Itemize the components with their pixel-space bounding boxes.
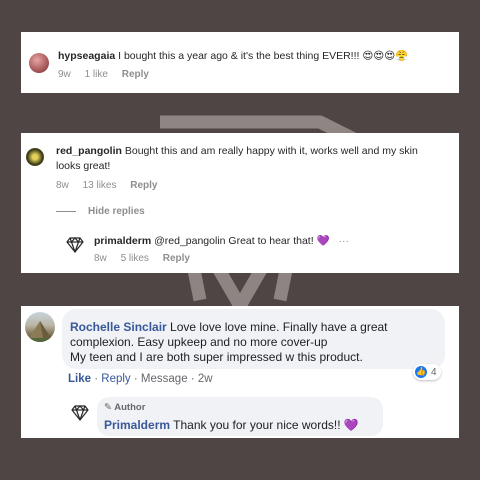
hide-replies-button[interactable]: Hide replies [88, 206, 145, 217]
avatar[interactable] [26, 148, 44, 166]
purple-heart-emoji: 💜 [316, 235, 330, 247]
reply-meta: 8w 5 likes Reply [94, 253, 201, 264]
comment-meta: 8w 13 likes Reply [56, 180, 169, 191]
comment-likes[interactable]: 1 like [85, 69, 108, 80]
comment-text-continued: looks great! [56, 160, 111, 172]
comment-text-continued: complexion. Easy upkeep and no more cove… [70, 335, 328, 349]
reply-button[interactable]: Reply [163, 253, 190, 264]
reply-username[interactable]: primalderm [94, 235, 151, 247]
reply-button[interactable]: Reply [101, 373, 130, 385]
comment-body: red_pangolin Bought this and am really h… [56, 144, 451, 174]
comment-card-1: hypseagaia I bought this a year ago & it… [21, 32, 459, 93]
diamond-avatar-icon[interactable] [66, 237, 84, 253]
reply-body: Primalderm Thank you for your nice words… [104, 418, 359, 433]
reply-text: @red_pangolin Great to hear that! [154, 235, 314, 247]
comment-meta: 9w 1 like Reply [58, 69, 160, 80]
comment-body: hypseagaia I bought this a year ago & it… [58, 49, 408, 64]
comment-bubble: Rochelle Sinclair Love love love mine. F… [62, 309, 445, 369]
comment-age[interactable]: 2w [198, 373, 213, 385]
reply-likes[interactable]: 5 likes [121, 253, 149, 264]
separator: · [133, 373, 138, 385]
like-reaction-icon: 👍 [415, 366, 427, 378]
comment-age: 8w [56, 180, 69, 191]
reply-author-name[interactable]: Primalderm [104, 418, 170, 432]
reaction-summary[interactable]: 👍 4 [413, 364, 441, 380]
reply-button[interactable]: Reply [122, 69, 149, 80]
comment-text-continued: My teen and I are both super impressed w… [70, 350, 363, 364]
message-button[interactable]: Message [141, 373, 188, 385]
author-badge-label: Author [114, 402, 146, 413]
commenter-name[interactable]: Rochelle Sinclair [70, 320, 167, 334]
reply-text: Thank you for your nice words!! [173, 418, 341, 432]
comment-username[interactable]: red_pangolin [56, 145, 122, 157]
more-options-icon[interactable]: ··· [339, 235, 350, 247]
comment-text: I bought this a year ago & it's the best… [118, 50, 360, 62]
reply-body: primalderm @red_pangolin Great to hear t… [94, 234, 349, 249]
reply-bubble: ✎ Author Primalderm Thank you for your n… [97, 397, 383, 436]
author-badge: ✎ Author [104, 402, 145, 413]
comment-card-3: Rochelle Sinclair Love love love mine. F… [21, 306, 459, 438]
like-button[interactable]: Like [68, 373, 91, 385]
separator: · [94, 373, 99, 385]
comment-likes[interactable]: 13 likes [83, 180, 117, 191]
comment-card-2: red_pangolin Bought this and am really h… [21, 133, 459, 273]
comment-username[interactable]: hypseagaia [58, 50, 115, 62]
pencil-icon: ✎ [104, 402, 112, 413]
heart-eyes-emoji: 😍😍😍😤 [362, 50, 409, 62]
comment-age: 9w [58, 69, 71, 80]
pyramid-photo [25, 321, 55, 342]
divider [56, 211, 76, 212]
avatar[interactable] [29, 53, 49, 73]
comment-actions: Like · Reply · Message · 2w [68, 373, 213, 385]
diamond-avatar-icon[interactable] [71, 405, 89, 421]
comment-text: Love love love mine. Finally have a grea… [170, 320, 388, 334]
comment-body: Rochelle Sinclair Love love love mine. F… [70, 320, 388, 365]
reaction-count: 4 [431, 366, 437, 378]
separator: · [190, 373, 195, 385]
purple-heart-emoji: 💜 [343, 418, 359, 432]
comment-text: Bought this and am really happy with it,… [124, 145, 418, 157]
reply-age: 8w [94, 253, 107, 264]
avatar[interactable] [25, 312, 55, 342]
reply-button[interactable]: Reply [130, 180, 157, 191]
